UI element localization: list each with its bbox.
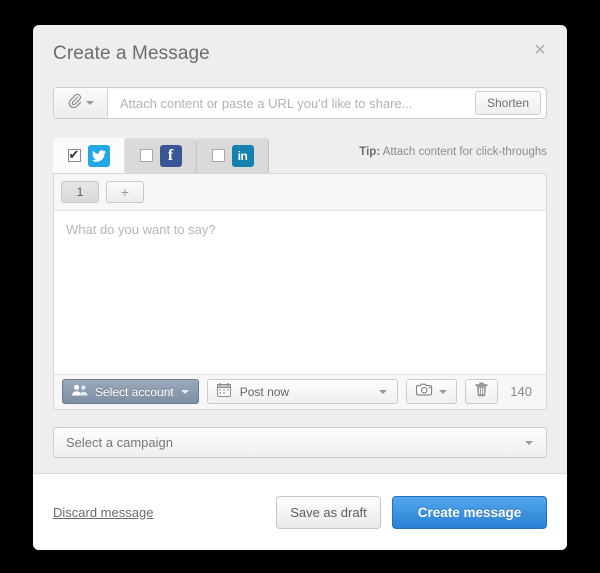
message-composer: 1 + Select account: [53, 173, 547, 410]
campaign-select[interactable]: Select a campaign: [53, 427, 547, 458]
facebook-icon: f: [159, 144, 182, 167]
dialog-header: Create a Message ✕: [33, 25, 567, 83]
character-counter: 140: [510, 384, 532, 399]
shorten-button[interactable]: Shorten: [474, 91, 541, 115]
create-message-button[interactable]: Create message: [392, 495, 547, 529]
discard-message-link[interactable]: Discard message: [53, 505, 153, 520]
network-tabs: f in: [53, 138, 269, 173]
network-tab-twitter[interactable]: [53, 138, 125, 173]
chevron-down-icon: [439, 389, 447, 394]
message-tab-strip: 1 +: [61, 181, 144, 203]
twitter-checkbox[interactable]: [67, 147, 81, 162]
chevron-down-icon: [180, 389, 189, 394]
composer-toolbar: Select account Post now 140: [54, 374, 546, 409]
attach-url-input[interactable]: [108, 88, 475, 118]
linkedin-icon: in: [231, 144, 254, 167]
tip-label: Tip:: [359, 146, 381, 158]
select-account-label: Select account: [95, 384, 174, 399]
dialog-footer: Discard message Save as draft Create mes…: [33, 473, 567, 550]
linkedin-checkbox[interactable]: [211, 149, 225, 162]
campaign-select-label: Select a campaign: [66, 435, 173, 450]
attach-tip: Tip: Attach content for click-throughs: [359, 146, 547, 158]
message-tab-1[interactable]: 1: [61, 181, 99, 203]
network-tab-facebook[interactable]: f: [125, 138, 197, 173]
attach-menu-button[interactable]: [54, 88, 108, 118]
facebook-checkbox[interactable]: [139, 149, 153, 162]
network-tab-linkedin[interactable]: in: [197, 138, 269, 173]
calendar-icon: [216, 383, 231, 400]
message-textarea[interactable]: [54, 211, 546, 374]
trash-icon: [475, 382, 488, 402]
chevron-down-icon: [85, 101, 94, 105]
chevron-down-icon: [379, 389, 387, 394]
attach-bar: Shorten: [53, 87, 547, 119]
save-as-draft-button[interactable]: Save as draft: [276, 495, 381, 529]
message-input-area: [54, 210, 546, 375]
camera-icon: [415, 383, 433, 401]
select-account-button[interactable]: Select account: [62, 379, 199, 404]
close-icon[interactable]: ✕: [527, 39, 553, 65]
twitter-icon: [87, 144, 110, 167]
schedule-select[interactable]: Post now: [206, 379, 398, 404]
tip-text: Attach content for click-throughs: [382, 146, 547, 158]
paperclip-icon: [68, 93, 81, 113]
add-photo-button[interactable]: [406, 379, 457, 404]
add-message-button[interactable]: +: [106, 181, 144, 203]
schedule-label: Post now: [239, 384, 290, 399]
page-title: Create a Message: [53, 43, 210, 64]
create-message-dialog: Create a Message ✕ Shorten f: [33, 25, 567, 550]
users-icon: [72, 384, 88, 399]
delete-message-button[interactable]: [465, 379, 498, 404]
chevron-down-icon: [525, 440, 533, 445]
